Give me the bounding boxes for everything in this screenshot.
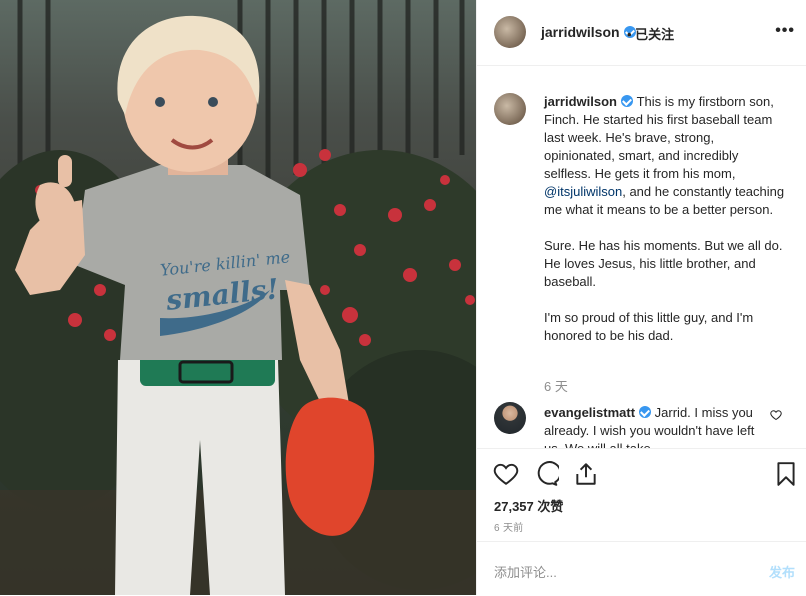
more-icon[interactable]: ••• xyxy=(775,23,795,39)
post-comment-button[interactable]: 发布 xyxy=(769,562,795,581)
post-photo[interactable]: You're killin' me smalls! xyxy=(0,0,476,595)
comment-input[interactable]: 添加评论... xyxy=(494,562,557,581)
comment-item: evangelistmatt Jarrid. I miss you alread… xyxy=(544,404,759,448)
caption-username[interactable]: jarridwilson xyxy=(544,94,617,109)
instagram-post-modal: You're killin' me smalls! jarridwilson •… xyxy=(0,0,806,595)
mention-link[interactable]: @itsjuliwilson xyxy=(544,184,622,199)
share-icon[interactable] xyxy=(573,461,599,487)
bookmark-icon[interactable] xyxy=(773,461,799,487)
caption-avatar[interactable] xyxy=(494,93,526,125)
caption-text-3: I'm so proud of this little guy, and I'm… xyxy=(544,310,754,343)
like-count[interactable]: 27,357 次赞 xyxy=(494,496,563,515)
post-actions: 27,357 次赞 6 天前 添加评论... 发布 xyxy=(477,448,806,595)
comment-avatar[interactable] xyxy=(494,402,526,434)
comments-area[interactable]: jarridwilson This is my firstborn son, F… xyxy=(477,66,806,448)
add-comment-bar: 添加评论... 发布 xyxy=(477,541,806,596)
post-username[interactable]: jarridwilson xyxy=(541,24,636,40)
verified-icon xyxy=(639,406,652,418)
caption-age: 6 天 xyxy=(544,379,568,394)
follow-status-button[interactable]: • 已关注 xyxy=(627,24,674,43)
comment-username[interactable]: evangelistmatt xyxy=(544,405,635,420)
verified-icon xyxy=(620,95,633,107)
comment-like-heart-icon[interactable] xyxy=(770,409,782,421)
avatar[interactable] xyxy=(494,16,526,48)
post-header: jarridwilson • 已关注 ••• xyxy=(477,0,806,66)
comment-icon[interactable] xyxy=(533,461,559,487)
caption-text-2: Sure. He has his moments. But we all do.… xyxy=(544,238,783,289)
post-time[interactable]: 6 天前 xyxy=(494,519,524,534)
post-side-panel: jarridwilson • 已关注 ••• jarridwilson This… xyxy=(476,0,806,595)
heart-icon[interactable] xyxy=(493,461,519,487)
username-text[interactable]: jarridwilson xyxy=(541,24,620,40)
post-caption: jarridwilson This is my firstborn son, F… xyxy=(544,93,787,363)
